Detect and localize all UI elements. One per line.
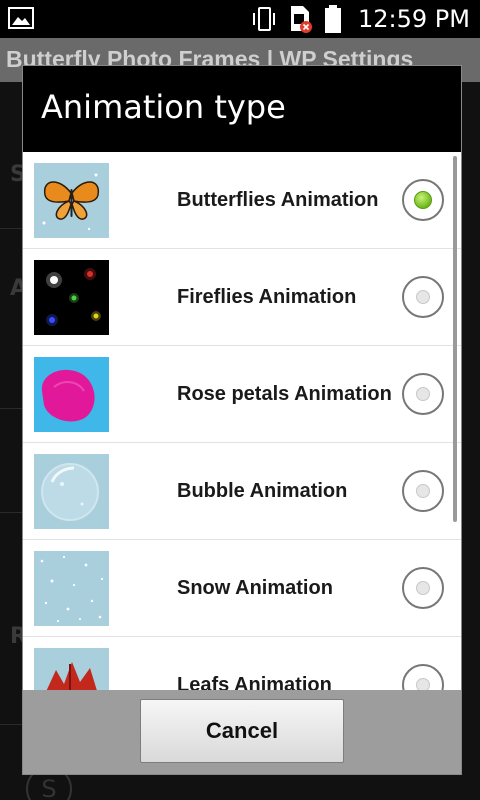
radio-button[interactable]: [402, 373, 444, 415]
rose-petal-thumbnail: [34, 357, 109, 432]
divider: [0, 512, 24, 513]
cancel-button[interactable]: Cancel: [140, 699, 344, 763]
fireflies-thumbnail: [34, 260, 109, 335]
radio-indicator: [416, 387, 430, 401]
divider: [0, 228, 24, 229]
radio-button[interactable]: [402, 470, 444, 512]
vibrate-icon: [253, 7, 276, 31]
option-label: Bubble Animation: [177, 480, 348, 502]
option-fireflies[interactable]: Fireflies Animation: [23, 249, 461, 346]
dialog-footer: Cancel: [23, 690, 461, 774]
animation-type-dialog: Animation type Butterflies Animation Fir…: [22, 65, 462, 775]
status-bar: 12:59 PM: [0, 0, 480, 38]
battery-icon: [325, 5, 342, 33]
radio-button[interactable]: [402, 276, 444, 318]
radio-indicator: [416, 581, 430, 595]
option-label: Leafs Animation: [177, 674, 332, 690]
option-label: Fireflies Animation: [177, 286, 357, 308]
radio-button[interactable]: [402, 567, 444, 609]
sim-error-icon: [291, 6, 313, 33]
snow-thumbnail: [34, 551, 109, 626]
divider: [0, 724, 24, 725]
dialog-title: Animation type: [41, 88, 286, 126]
radio-indicator: [416, 290, 430, 304]
clock: 12:59 PM: [358, 5, 470, 33]
animation-options-list[interactable]: Butterflies Animation Fireflies Animatio…: [23, 152, 461, 690]
gallery-icon: [8, 7, 34, 29]
option-label: Butterflies Animation: [177, 189, 379, 211]
option-butterflies[interactable]: Butterflies Animation: [23, 152, 461, 249]
butterfly-thumbnail: [34, 163, 109, 238]
radio-button[interactable]: [402, 664, 444, 690]
leaf-thumbnail: [34, 648, 109, 690]
option-snow[interactable]: Snow Animation: [23, 540, 461, 637]
option-rose-petals[interactable]: Rose petals Animation: [23, 346, 461, 443]
status-icons: 12:59 PM: [250, 0, 470, 38]
option-bubble[interactable]: Bubble Animation: [23, 443, 461, 540]
radio-indicator: [416, 678, 430, 690]
option-label: Snow Animation: [177, 577, 333, 599]
radio-button-selected[interactable]: [402, 179, 444, 221]
dialog-header: Animation type: [23, 66, 461, 152]
list-scrollbar[interactable]: [453, 156, 457, 522]
radio-indicator: [416, 484, 430, 498]
bubble-thumbnail: [34, 454, 109, 529]
divider: [0, 408, 24, 409]
option-label: Rose petals Animation: [177, 383, 392, 405]
option-leafs[interactable]: Leafs Animation: [23, 637, 461, 690]
radio-indicator: [414, 191, 432, 209]
